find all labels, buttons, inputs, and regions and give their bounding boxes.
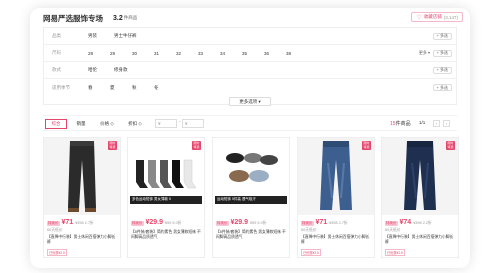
filter-option[interactable]: 29: [110, 51, 115, 56]
filter-option[interactable]: 修身款: [114, 67, 128, 73]
product-price: ¥29.9: [230, 219, 249, 226]
product-image[interactable]: 限时 特卖: [298, 138, 374, 215]
product-image[interactable]: 运动短袜 5件装 透气吸汗: [213, 138, 289, 215]
filter-row-category: 品类 男装 男士牛仔裤 + 多选: [44, 28, 456, 45]
next-page-button[interactable]: ›: [443, 120, 450, 127]
multi-select-button[interactable]: + 多选: [432, 66, 452, 74]
multi-select-button[interactable]: + 多选: [432, 84, 452, 91]
filter-option[interactable]: 冬: [154, 85, 159, 91]
product-title[interactable]: 【直降中行装】男士休闲百搭弹力小脚长裤: [385, 235, 457, 245]
item-count-unit: 件商品: [123, 15, 138, 20]
filter-option[interactable]: 32: [176, 51, 181, 56]
product-card[interactable]: 限时 特卖 特卖价 ¥74 ¥398 2.2折 60天低价 【直降中行装】男士休…: [381, 137, 459, 258]
filter-row-style: 款式 哈伦 修身款 + 多选: [44, 62, 456, 79]
heart-icon: ♡: [416, 14, 422, 21]
filter-option[interactable]: 38: [286, 51, 291, 56]
sort-discount[interactable]: 折扣 ◇: [125, 119, 145, 129]
multi-select-button[interactable]: + 多选: [432, 49, 452, 57]
filter-label: 适用季节: [52, 84, 70, 90]
filter-label: 尺码: [52, 50, 61, 55]
more-sizes-button[interactable]: 更多 ▾: [419, 50, 430, 56]
product-grid: 限时 特卖 特卖价 ¥71 ¥398 2.7折 60天低价 【直降中行装】男士休…: [43, 137, 459, 258]
multi-select-button[interactable]: + 多选: [432, 32, 452, 40]
filter-option[interactable]: 夏: [110, 85, 115, 91]
product-card[interactable]: 运动短袜 5件装 透气吸汗 特卖价 ¥29.9 ¥59 5.0折 【5件装/套装…: [212, 137, 290, 258]
image-caption: 运动短袜 5件装 透气吸汗: [217, 197, 256, 201]
filter-option[interactable]: 30: [132, 51, 137, 56]
filter-row-season: 适用季节 春 夏 秋 冬 + 多选: [44, 79, 456, 96]
store-header: 网易严选服饰专场 3.2 件商品 ♡ 收藏店铺 (3,147): [43, 10, 463, 26]
flash-sale-badge: 限时 特卖: [362, 141, 371, 150]
price-tag-label: 特卖价: [47, 221, 60, 226]
flash-sale-badge: 限时 特卖: [192, 141, 201, 150]
product-card[interactable]: 限时 特卖 特卖价 ¥71 ¥398 2.7折 60天低价 【直降中行装】男士休…: [43, 137, 121, 258]
product-title[interactable]: 【直降中行装】男士休闲百搭弹力小脚长裤: [47, 235, 119, 245]
item-count: 3.2: [113, 14, 123, 22]
product-title[interactable]: 【5件装/套装】简约素色 男女薄款短袜 不闷脚高品质透气: [216, 230, 288, 240]
page: 网易严选服饰专场 3.2 件商品 ♡ 收藏店铺 (3,147) 品类 男装 男士…: [0, 0, 500, 273]
price-range-dash: -: [179, 119, 181, 125]
filter-option[interactable]: 哈伦: [88, 67, 97, 73]
ankle-socks-image: [213, 138, 289, 215]
filter-option[interactable]: 男装: [88, 33, 97, 39]
original-price: ¥59 5.0折: [250, 221, 267, 225]
sort-price[interactable]: 价格 ◇: [97, 119, 117, 129]
filter-row-size: 尺码 28 29 30 31 32 33 34 35 36 38 更多 ▾ + …: [44, 45, 456, 62]
price-tag-label: 特卖价: [301, 221, 314, 226]
prev-page-button[interactable]: ‹: [433, 120, 440, 127]
filter-option[interactable]: 秋: [132, 85, 137, 91]
price-max-input[interactable]: ¥: [182, 119, 204, 128]
image-caption: 多色运动短袜 男女薄款 5: [132, 197, 171, 201]
discount-badge: 已优惠¥2.5: [47, 249, 67, 256]
original-price: ¥398 2.7折: [329, 221, 348, 225]
low-price-note: 60天低价: [385, 228, 401, 232]
favorite-count: (3,147): [443, 14, 458, 20]
filter-option[interactable]: 34: [220, 51, 225, 56]
favorite-label: 收藏店铺: [423, 14, 442, 19]
price-tag-label: 特卖价: [385, 221, 398, 226]
flash-sale-badge: 限时 特卖: [446, 141, 455, 150]
product-image[interactable]: 限时 特卖: [382, 138, 458, 215]
store-title: 网易严选服饰专场: [43, 13, 103, 23]
product-title[interactable]: 【直降中行装】男士休闲百搭弹力小脚长裤: [301, 235, 373, 245]
filter-panel: 品类 男装 男士牛仔裤 + 多选 尺码 28 29 30 31 32 33 34…: [43, 27, 457, 105]
filter-option[interactable]: 31: [154, 51, 159, 56]
sort-comprehensive[interactable]: 综合: [45, 119, 67, 129]
filter-option[interactable]: 28: [88, 51, 93, 56]
filter-label: 品类: [52, 33, 61, 38]
product-price: ¥74: [399, 219, 412, 226]
filter-option[interactable]: 35: [242, 51, 247, 56]
original-price: ¥398 2.7折: [75, 221, 94, 225]
flash-sale-badge: 限时 特卖: [108, 141, 117, 150]
discount-badge: 已优惠¥2.5: [385, 249, 405, 256]
discount-badge: 已优惠¥2.5: [301, 249, 321, 256]
filter-option[interactable]: 33: [198, 51, 203, 56]
favorite-store-button[interactable]: ♡ 收藏店铺 (3,147): [411, 12, 463, 22]
original-price: ¥59 5.0折: [165, 221, 182, 225]
result-count: 15件商品: [390, 121, 411, 127]
page-indicator: 1/1: [419, 120, 426, 125]
product-card[interactable]: 限时 特卖 多色运动短袜 男女薄款 5 特卖价 ¥29.9 ¥59 5.0折 【…: [127, 137, 205, 258]
price-tag-label: 特卖价: [216, 221, 229, 226]
more-options-button[interactable]: 更多选项 ▾: [229, 97, 271, 106]
low-price-note: 60天低价: [301, 228, 317, 232]
product-image[interactable]: 限时 特卖 多色运动短袜 男女薄款 5: [128, 138, 204, 215]
price-min-input[interactable]: ¥: [155, 119, 177, 128]
filter-label: 款式: [52, 67, 61, 72]
product-title[interactable]: 【5件装/套装】简约素色 男女薄款短袜 不闷脚高品质透气: [131, 230, 203, 240]
product-card[interactable]: 限时 特卖 特卖价 ¥71 ¥398 2.7折 60天低价 【直降中行装】男士休…: [297, 137, 375, 258]
product-image[interactable]: 限时 特卖: [44, 138, 120, 215]
product-price: ¥71: [61, 219, 74, 226]
product-price: ¥29.9: [145, 219, 164, 226]
low-price-note: 60天低价: [47, 228, 63, 232]
filter-option[interactable]: 春: [88, 85, 93, 91]
sort-bar: 综合 销量 价格 ◇ 折扣 ◇ ¥ - ¥ 15件商品 1/1 ‹ ›: [43, 115, 457, 131]
product-price: ¥71: [315, 219, 328, 226]
price-tag-label: 特卖价: [131, 221, 144, 226]
sort-sales[interactable]: 销量: [73, 119, 89, 129]
filter-option[interactable]: 36: [264, 51, 269, 56]
original-price: ¥398 2.2折: [413, 221, 432, 225]
filter-option[interactable]: 男士牛仔裤: [114, 33, 137, 39]
